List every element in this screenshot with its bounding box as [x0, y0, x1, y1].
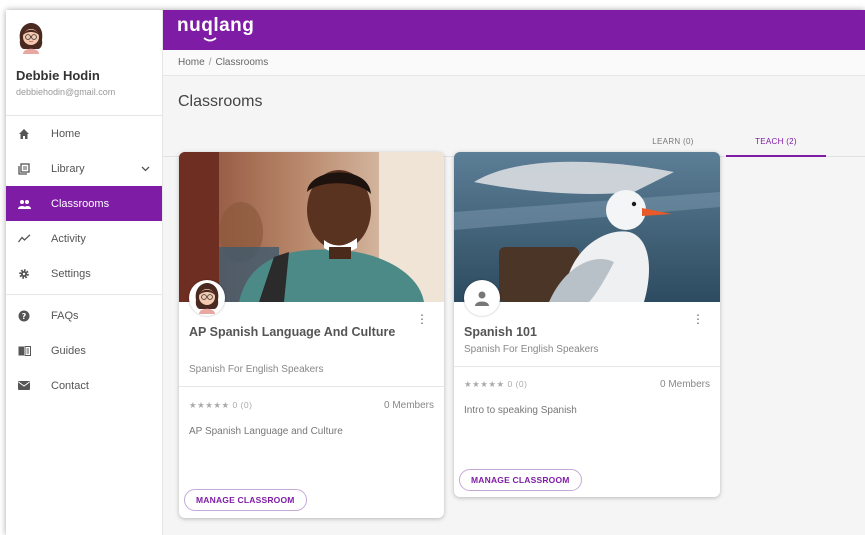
- profile-panel: Debbie Hodin debbiehodin@gmail.com: [6, 10, 162, 116]
- activity-icon: [17, 232, 31, 246]
- sidebar-item-library[interactable]: Library: [6, 151, 162, 186]
- people-icon: [17, 197, 31, 211]
- avatar-icon: [19, 23, 43, 54]
- classroom-description: Intro to speaking Spanish: [464, 405, 577, 416]
- sidebar-nav: Home Library Classrooms Activity Setting…: [6, 116, 162, 403]
- teacher-avatar: [464, 280, 500, 316]
- mail-icon: [17, 379, 31, 393]
- sidebar-item-activity[interactable]: Activity: [6, 221, 162, 256]
- classroom-subtitle: Spanish For English Speakers: [464, 344, 599, 355]
- card-menu-icon[interactable]: ⋮: [692, 313, 704, 325]
- sidebar-item-label: Home: [51, 127, 81, 140]
- sidebar-item-contact[interactable]: Contact: [6, 368, 162, 403]
- sidebar-item-guides[interactable]: Guides: [6, 333, 162, 368]
- sidebar-item-faqs[interactable]: ? FAQs: [6, 298, 162, 333]
- sidebar-item-settings[interactable]: Settings: [6, 256, 162, 291]
- card-divider: [454, 366, 720, 367]
- sidebar-item-label: Settings: [51, 267, 91, 280]
- main-content: Classrooms LEARN (0) TEACH (2) ⋮ AP Span…: [163, 76, 865, 535]
- sidebar-item-label: Classrooms: [51, 197, 110, 210]
- classroom-description: AP Spanish Language and Culture: [189, 426, 343, 437]
- person-icon: [475, 291, 489, 306]
- student-photo: [179, 152, 444, 302]
- sidebar-item-label: Library: [51, 162, 85, 175]
- breadcrumb-current: Classrooms: [215, 57, 269, 68]
- user-name: Debbie Hodin: [16, 68, 100, 83]
- library-icon: [17, 162, 31, 176]
- sidebar-divider: [6, 294, 162, 295]
- classroom-title: Spanish 101: [464, 325, 537, 339]
- chevron-down-icon[interactable]: [141, 163, 150, 175]
- manage-classroom-button[interactable]: MANAGE CLASSROOM: [459, 469, 582, 491]
- logo-text: nuqlang: [177, 15, 255, 36]
- breadcrumb-home-link[interactable]: Home: [178, 57, 205, 68]
- logo-smile-icon: [203, 37, 217, 42]
- sidebar-item-label: Guides: [51, 344, 86, 357]
- sidebar-item-label: Contact: [51, 379, 89, 392]
- sidebar: Debbie Hodin debbiehodin@gmail.com Home …: [6, 10, 163, 535]
- member-count: 0 Members: [659, 379, 710, 390]
- classroom-subtitle: Spanish For English Speakers: [189, 364, 324, 375]
- breadcrumb: Home / Classrooms: [163, 50, 865, 76]
- manage-classroom-button[interactable]: MANAGE CLASSROOM: [184, 489, 307, 511]
- app-window: Debbie Hodin debbiehodin@gmail.com Home …: [6, 10, 865, 535]
- classroom-card[interactable]: ⋮ Spanish 101 Spanish For English Speake…: [454, 152, 720, 497]
- svg-text:?: ?: [22, 312, 27, 321]
- tab-teach[interactable]: TEACH (2): [726, 137, 826, 157]
- sidebar-item-label: FAQs: [51, 309, 79, 322]
- gear-icon: [17, 267, 31, 281]
- classroom-cover-image: [454, 152, 720, 302]
- sidebar-item-label: Activity: [51, 232, 86, 245]
- top-bar: nuqlang: [163, 10, 865, 50]
- classroom-title: AP Spanish Language And Culture: [189, 325, 396, 339]
- teacher-avatar: [189, 280, 225, 316]
- star-rating: ★★★★★ 0 (0): [464, 379, 528, 389]
- card-divider: [179, 386, 444, 387]
- user-email: debbiehodin@gmail.com: [16, 87, 116, 97]
- classroom-card[interactable]: ⋮ AP Spanish Language And Culture Spanis…: [179, 152, 444, 518]
- classroom-cover-image: [179, 152, 444, 302]
- star-rating: ★★★★★ 0 (0): [189, 400, 253, 410]
- member-count: 0 Members: [383, 400, 434, 411]
- help-icon: ?: [17, 309, 31, 323]
- card-menu-icon[interactable]: ⋮: [416, 313, 428, 325]
- tab-learn[interactable]: LEARN (0): [643, 137, 703, 146]
- seagull-photo: [454, 152, 720, 302]
- brand-logo[interactable]: nuqlang: [177, 15, 255, 42]
- book-icon: [17, 344, 31, 358]
- page-title: Classrooms: [178, 93, 263, 110]
- home-icon: [17, 127, 31, 141]
- breadcrumb-separator: /: [208, 57, 212, 68]
- avatar-icon: [195, 283, 219, 314]
- user-avatar[interactable]: [16, 22, 46, 54]
- sidebar-item-classrooms[interactable]: Classrooms: [6, 186, 162, 221]
- sidebar-item-home[interactable]: Home: [6, 116, 162, 151]
